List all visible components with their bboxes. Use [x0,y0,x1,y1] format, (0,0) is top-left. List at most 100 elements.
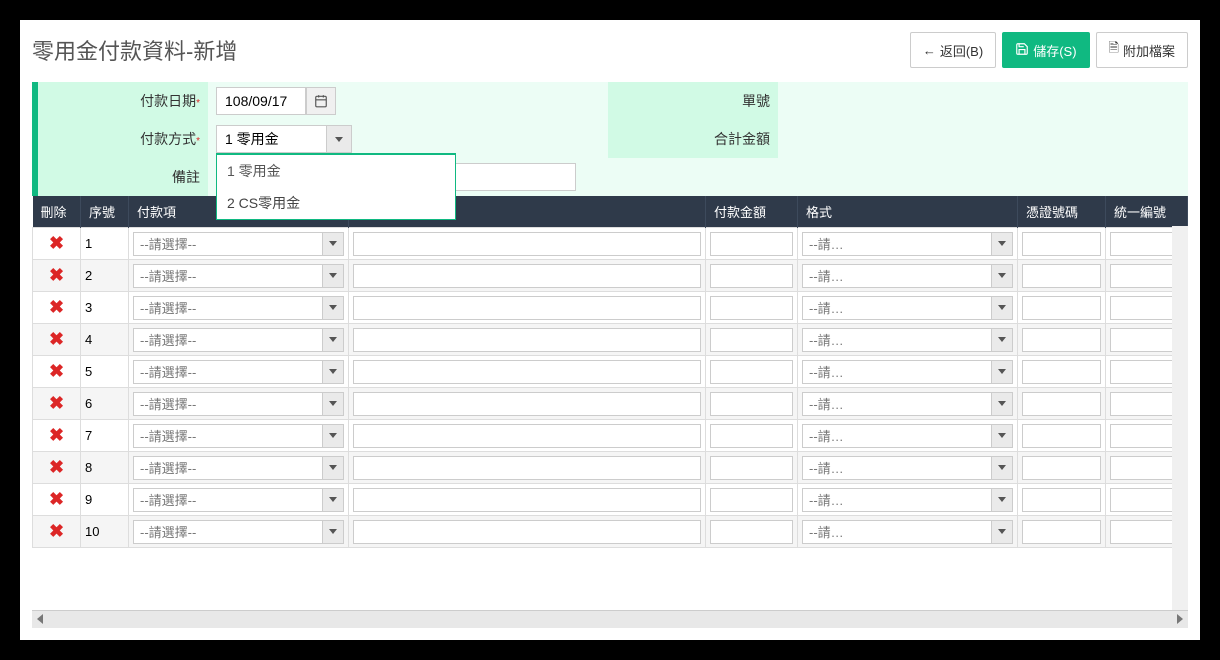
voucher-input[interactable] [1022,328,1101,352]
item-select[interactable] [133,488,344,512]
amount-input[interactable] [710,488,793,512]
payment-method-option-1[interactable]: 1 零用金 [217,154,455,187]
payment-method-dropdown-button[interactable] [326,125,352,153]
item-select-button[interactable] [322,488,344,512]
delete-icon[interactable]: ✖ [37,297,76,318]
format-select-button[interactable] [991,456,1013,480]
item-select-button[interactable] [322,232,344,256]
delete-icon[interactable]: ✖ [37,457,76,478]
amount-input[interactable] [710,264,793,288]
delete-icon[interactable]: ✖ [37,361,76,382]
format-select-input[interactable] [802,232,991,256]
delete-icon[interactable]: ✖ [37,489,76,510]
item-select-input[interactable] [133,392,322,416]
item-select-input[interactable] [133,264,322,288]
format-select[interactable] [802,392,1013,416]
amount-input[interactable] [710,456,793,480]
item-select-button[interactable] [322,520,344,544]
format-select[interactable] [802,456,1013,480]
item-select-input[interactable] [133,456,322,480]
item-select-button[interactable] [322,360,344,384]
horizontal-scrollbar[interactable] [32,610,1188,628]
item-select-button[interactable] [322,424,344,448]
format-select-button[interactable] [991,296,1013,320]
format-select-input[interactable] [802,488,991,512]
item-select[interactable] [133,360,344,384]
item-select[interactable] [133,296,344,320]
format-select-button[interactable] [991,360,1013,384]
item-select-input[interactable] [133,296,322,320]
format-select-input[interactable] [802,328,991,352]
payment-method-option-2[interactable]: 2 CS零用金 [217,187,455,219]
item-select[interactable] [133,392,344,416]
format-select-input[interactable] [802,520,991,544]
desc-input[interactable] [353,424,701,448]
format-select-button[interactable] [991,264,1013,288]
delete-icon[interactable]: ✖ [37,233,76,254]
item-select[interactable] [133,264,344,288]
calendar-button[interactable] [306,87,336,115]
item-select-button[interactable] [322,328,344,352]
desc-input[interactable] [353,264,701,288]
format-select-input[interactable] [802,360,991,384]
voucher-input[interactable] [1022,264,1101,288]
format-select[interactable] [802,232,1013,256]
vertical-scrollbar[interactable] [1172,226,1188,610]
format-select[interactable] [802,328,1013,352]
format-select-button[interactable] [991,424,1013,448]
voucher-input[interactable] [1022,456,1101,480]
item-select[interactable] [133,424,344,448]
desc-input[interactable] [353,520,701,544]
format-select[interactable] [802,360,1013,384]
voucher-input[interactable] [1022,360,1101,384]
format-select-input[interactable] [802,456,991,480]
desc-input[interactable] [353,328,701,352]
desc-input[interactable] [353,360,701,384]
format-select-input[interactable] [802,296,991,320]
item-select[interactable] [133,520,344,544]
voucher-input[interactable] [1022,392,1101,416]
format-select-button[interactable] [991,392,1013,416]
item-select-input[interactable] [133,424,322,448]
format-select-button[interactable] [991,520,1013,544]
amount-input[interactable] [710,360,793,384]
amount-input[interactable] [710,328,793,352]
item-select-input[interactable] [133,520,322,544]
format-select-input[interactable] [802,424,991,448]
voucher-input[interactable] [1022,424,1101,448]
voucher-input[interactable] [1022,296,1101,320]
format-select[interactable] [802,296,1013,320]
save-button[interactable]: 儲存(S) [1002,32,1089,68]
format-select-input[interactable] [802,264,991,288]
desc-input[interactable] [353,296,701,320]
item-select[interactable] [133,456,344,480]
item-select-input[interactable] [133,232,322,256]
item-select-button[interactable] [322,264,344,288]
item-select-input[interactable] [133,488,322,512]
format-select-button[interactable] [991,328,1013,352]
amount-input[interactable] [710,232,793,256]
format-select[interactable] [802,264,1013,288]
voucher-input[interactable] [1022,520,1101,544]
amount-input[interactable] [710,520,793,544]
format-select-input[interactable] [802,392,991,416]
format-select[interactable] [802,424,1013,448]
desc-input[interactable] [353,232,701,256]
delete-icon[interactable]: ✖ [37,265,76,286]
payment-date-input[interactable] [216,87,306,115]
amount-input[interactable] [710,392,793,416]
item-select-button[interactable] [322,392,344,416]
format-select-button[interactable] [991,488,1013,512]
payment-method-input[interactable] [216,125,326,153]
voucher-input[interactable] [1022,232,1101,256]
amount-input[interactable] [710,296,793,320]
format-select-button[interactable] [991,232,1013,256]
amount-input[interactable] [710,424,793,448]
desc-input[interactable] [353,488,701,512]
item-select-input[interactable] [133,328,322,352]
item-select[interactable] [133,328,344,352]
delete-icon[interactable]: ✖ [37,521,76,542]
delete-icon[interactable]: ✖ [37,329,76,350]
delete-icon[interactable]: ✖ [37,393,76,414]
desc-input[interactable] [353,456,701,480]
